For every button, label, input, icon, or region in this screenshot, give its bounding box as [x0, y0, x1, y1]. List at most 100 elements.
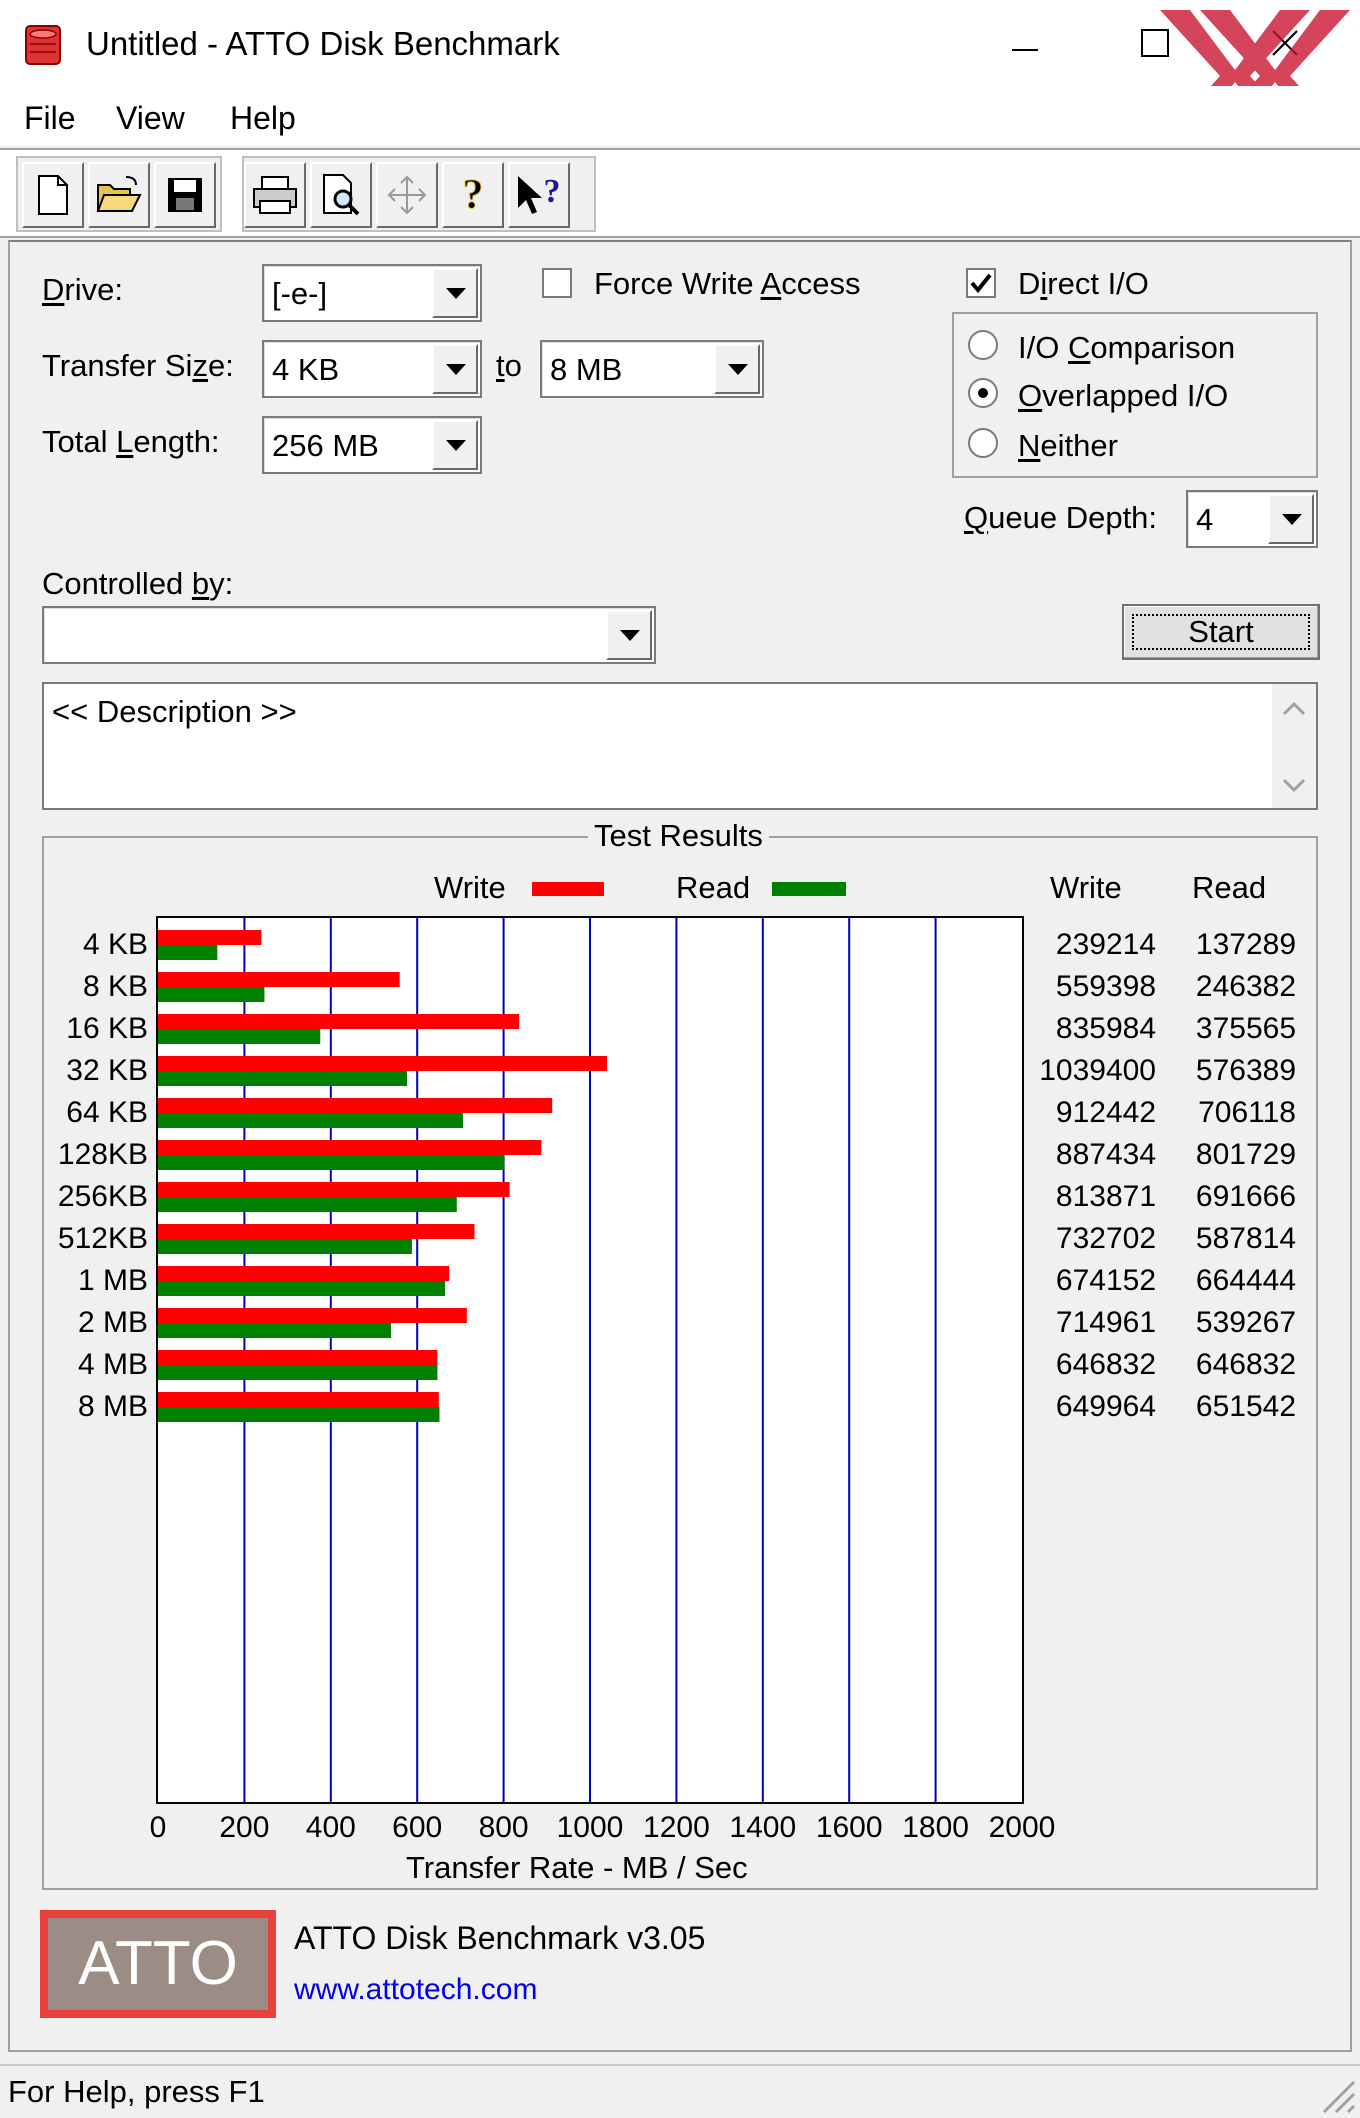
- scroll-arrows-icon: [1282, 701, 1306, 793]
- status-text: For Help, press F1: [8, 2074, 265, 2109]
- write-value-cell: 649964: [1055, 1390, 1156, 1423]
- controlled-by-select[interactable]: [42, 606, 656, 664]
- write-value-cell: 813871: [1055, 1180, 1156, 1213]
- x-tick-label: 1000: [556, 1811, 624, 1844]
- legend-read-swatch: [772, 882, 846, 896]
- neither-radio[interactable]: [968, 428, 998, 458]
- move-button[interactable]: [376, 162, 438, 228]
- start-button[interactable]: Start: [1122, 604, 1320, 660]
- table-header-read: Read: [1192, 870, 1267, 905]
- transfer-size-from-select[interactable]: 4 KB: [262, 340, 482, 398]
- read-value-cell: 539267: [1195, 1306, 1296, 1339]
- x-tick-label: 1800: [902, 1811, 969, 1844]
- read-value-cell: 691666: [1195, 1180, 1296, 1213]
- read-value-cell: 587814: [1195, 1222, 1296, 1255]
- bar-write-11: [158, 1392, 439, 1407]
- x-tick-label: 800: [478, 1811, 529, 1844]
- chevron-down-icon[interactable]: [432, 344, 478, 394]
- to-label: to: [496, 348, 522, 383]
- x-tick-label: 1600: [815, 1811, 883, 1844]
- context-help-button[interactable]: ?: [508, 162, 570, 228]
- print-button[interactable]: [244, 162, 306, 228]
- drive-value: [-e-]: [272, 276, 328, 311]
- print-preview-button[interactable]: [310, 162, 372, 228]
- read-value-cell: 651542: [1195, 1390, 1296, 1423]
- help-icon: ?: [462, 172, 484, 218]
- chevron-down-icon[interactable]: [432, 420, 478, 470]
- description-scrollbar[interactable]: [1272, 684, 1316, 808]
- bar-write-0: [158, 930, 262, 945]
- print-preview-icon: [323, 174, 360, 216]
- force-write-label: Force Write Access: [594, 266, 861, 301]
- new-icon: [38, 175, 68, 215]
- menu-view[interactable]: View: [116, 96, 185, 140]
- controlled-by-label: Controlled by:: [42, 566, 234, 601]
- bar-read-0: [158, 945, 218, 960]
- bar-write-5: [158, 1140, 542, 1155]
- minimize-button[interactable]: [960, 0, 1090, 86]
- bar-write-10: [158, 1350, 438, 1365]
- new-button[interactable]: [22, 162, 84, 228]
- chevron-down-icon[interactable]: [606, 610, 652, 660]
- app-disk-icon: [25, 25, 61, 65]
- write-value-cell: 887434: [1055, 1138, 1156, 1171]
- queue-depth-label: Queue Depth:: [964, 500, 1158, 535]
- save-icon: [168, 178, 202, 212]
- x-axis-label: Transfer Rate - MB / Sec: [406, 1850, 748, 1885]
- description-textarea[interactable]: << Description >>: [42, 682, 1318, 810]
- bar-write-9: [158, 1308, 467, 1323]
- bar-write-8: [158, 1266, 450, 1281]
- attotech-link[interactable]: www.attotech.com: [294, 1970, 537, 2010]
- results-chart-svg: [158, 918, 937, 1802]
- write-value-cell: 1039400: [1039, 1054, 1156, 1087]
- legend-read-label: Read: [676, 870, 751, 905]
- category-label: 256KB: [57, 1180, 148, 1213]
- description-text: << Description >>: [52, 694, 297, 729]
- write-value-cell: 674152: [1055, 1264, 1156, 1297]
- chevron-down-icon[interactable]: [714, 344, 760, 394]
- category-label: 8 MB: [77, 1390, 148, 1423]
- io-comparison-label: I/O Comparison: [1018, 330, 1236, 365]
- bar-write-6: [158, 1182, 510, 1197]
- bar-read-7: [158, 1239, 412, 1254]
- bar-write-1: [158, 972, 400, 987]
- menu-file[interactable]: File: [24, 96, 76, 140]
- x-tick-label: 1400: [729, 1811, 797, 1844]
- transfer-size-label: Transfer Size:: [42, 348, 234, 383]
- queue-depth-select[interactable]: 4: [1186, 490, 1318, 548]
- help-button[interactable]: ?: [442, 162, 504, 228]
- queue-depth-value: 4: [1196, 502, 1214, 537]
- bar-write-7: [158, 1224, 475, 1239]
- write-value-cell: 559398: [1055, 970, 1156, 1003]
- menu-help[interactable]: Help: [230, 96, 296, 140]
- total-length-select[interactable]: 256 MB: [262, 416, 482, 474]
- bar-read-6: [158, 1197, 457, 1212]
- legend-write-label: Write: [434, 870, 506, 905]
- save-button[interactable]: [154, 162, 216, 228]
- chevron-down-icon[interactable]: [1268, 494, 1314, 544]
- overlapped-io-label: Overlapped I/O: [1018, 378, 1229, 413]
- bar-read-2: [158, 1029, 321, 1044]
- open-button[interactable]: [88, 162, 150, 228]
- direct-io-checkbox[interactable]: [966, 268, 996, 298]
- bar-write-3: [158, 1056, 608, 1071]
- transfer-size-to-select[interactable]: 8 MB: [540, 340, 764, 398]
- read-value-cell: 375565: [1195, 1012, 1296, 1045]
- read-value-cell: 646832: [1195, 1348, 1296, 1381]
- bar-read-3: [158, 1071, 408, 1086]
- drive-select[interactable]: [-e-]: [262, 264, 482, 322]
- force-write-checkbox[interactable]: [542, 268, 572, 298]
- x-tick-label: 200: [219, 1811, 270, 1844]
- bar-write-2: [158, 1014, 520, 1029]
- x-tick-label: 400: [305, 1811, 356, 1844]
- io-comparison-radio[interactable]: [968, 330, 998, 360]
- category-label: 2 MB: [77, 1306, 148, 1339]
- x-tick-label: 0: [149, 1811, 167, 1844]
- svg-text:?: ?: [463, 172, 484, 218]
- read-value-cell: 664444: [1195, 1264, 1296, 1297]
- chevron-down-icon[interactable]: [432, 268, 478, 318]
- print-icon: [253, 176, 297, 214]
- resize-grip-icon[interactable]: [1318, 2076, 1356, 2114]
- write-value-cell: 714961: [1055, 1306, 1156, 1339]
- overlapped-io-radio[interactable]: [968, 378, 998, 408]
